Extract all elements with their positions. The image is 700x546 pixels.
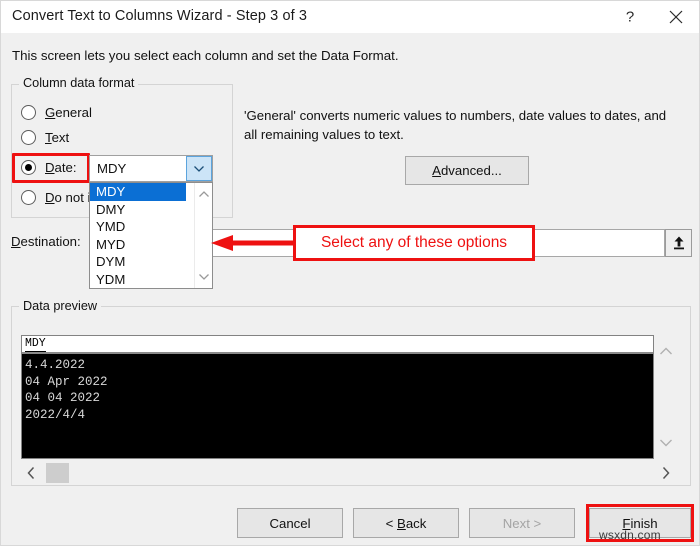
cancel-button-label: Cancel bbox=[269, 515, 311, 531]
format-description-text: 'General' converts numeric values to num… bbox=[244, 108, 667, 142]
chevron-left-glyph bbox=[27, 466, 35, 480]
title-bar: Convert Text to Columns Wizard - Step 3 … bbox=[1, 1, 699, 33]
chevron-down-icon[interactable] bbox=[186, 156, 212, 181]
radio-general-label: General bbox=[45, 104, 92, 120]
dropdown-option-myd[interactable]: MYD bbox=[90, 236, 186, 254]
data-preview-vertical-scrollbar[interactable] bbox=[656, 335, 676, 459]
radio-general[interactable]: General bbox=[21, 101, 92, 123]
header-divider bbox=[22, 352, 653, 354]
scroll-up-icon[interactable] bbox=[656, 341, 676, 361]
back-button[interactable]: < Back bbox=[353, 508, 459, 538]
advanced-button-label: Advanced... bbox=[432, 163, 502, 178]
chevron-up-glyph bbox=[660, 347, 672, 355]
chevron-down-glyph bbox=[660, 439, 672, 447]
scroll-right-icon[interactable] bbox=[656, 461, 676, 485]
scroll-down-icon[interactable] bbox=[195, 268, 212, 286]
help-glyph: ? bbox=[625, 8, 635, 26]
back-button-label: < Back bbox=[385, 515, 427, 531]
chevron-down-glyph bbox=[194, 165, 204, 172]
close-glyph bbox=[669, 10, 683, 24]
range-select-glyph bbox=[673, 236, 684, 250]
dropdown-scrollbar[interactable] bbox=[194, 183, 212, 288]
annotation-callout: Select any of these options bbox=[293, 225, 535, 261]
convert-text-to-columns-dialog: Convert Text to Columns Wizard - Step 3 … bbox=[0, 0, 700, 546]
chevron-right-glyph bbox=[662, 466, 670, 480]
radio-date-label: Date: bbox=[45, 159, 77, 175]
radio-do-not-import[interactable]: Do not i bbox=[21, 186, 90, 208]
radio-do-not-import-indicator bbox=[21, 189, 36, 205]
data-preview-header-row: MDY bbox=[22, 336, 653, 354]
scroll-left-icon[interactable] bbox=[21, 461, 41, 485]
radio-date[interactable]: Date: bbox=[21, 156, 77, 178]
page-title: Convert Text to Columns Wizard - Step 3 … bbox=[12, 8, 308, 24]
scroll-down-icon[interactable] bbox=[656, 433, 676, 453]
column-data-format-caption: Column data format bbox=[19, 76, 139, 90]
help-icon[interactable]: ? bbox=[607, 1, 653, 33]
range-select-icon[interactable] bbox=[665, 229, 692, 257]
next-button-label: Next > bbox=[502, 515, 542, 531]
data-preview-horizontal-scrollbar[interactable] bbox=[21, 461, 676, 485]
chevron-down-glyph bbox=[199, 274, 209, 280]
dropdown-option-mdy[interactable]: MDY bbox=[90, 183, 186, 201]
radio-text[interactable]: Text bbox=[21, 126, 69, 148]
radio-do-not-import-label: Do not i bbox=[45, 189, 91, 205]
radio-date-indicator bbox=[21, 159, 36, 175]
data-preview-column-header[interactable]: MDY bbox=[25, 337, 46, 352]
watermark-text: wsxdn.com bbox=[599, 528, 661, 542]
scrollbar-thumb[interactable] bbox=[46, 463, 69, 483]
intro-text: This screen lets you select each column … bbox=[12, 48, 399, 63]
chevron-up-glyph bbox=[199, 191, 209, 197]
data-preview-pane[interactable]: MDY 4.4.2022 04 Apr 2022 04 04 2022 2022… bbox=[21, 335, 654, 459]
radio-general-indicator bbox=[21, 104, 36, 120]
date-format-selected-value: MDY bbox=[97, 161, 127, 176]
dropdown-option-dmy[interactable]: DMY bbox=[90, 201, 186, 219]
date-format-combobox[interactable]: MDY bbox=[89, 155, 213, 182]
close-icon[interactable] bbox=[653, 1, 699, 33]
data-preview-caption: Data preview bbox=[19, 299, 102, 313]
destination-label: Destination: bbox=[11, 234, 81, 249]
dropdown-option-ymd[interactable]: YMD bbox=[90, 218, 186, 236]
dropdown-option-ydm[interactable]: YDM bbox=[90, 271, 186, 288]
advanced-button[interactable]: Advanced... bbox=[405, 156, 529, 185]
next-button: Next > bbox=[469, 508, 575, 538]
data-preview-rows: 4.4.2022 04 Apr 2022 04 04 2022 2022/4/4 bbox=[25, 358, 108, 422]
cancel-button[interactable]: Cancel bbox=[237, 508, 343, 538]
date-format-dropdown-list[interactable]: MDY DMY YMD MYD DYM YDM bbox=[89, 182, 213, 289]
radio-text-label: Text bbox=[45, 129, 70, 145]
radio-text-indicator bbox=[21, 129, 36, 145]
annotation-arrow bbox=[211, 235, 295, 251]
scroll-up-icon[interactable] bbox=[195, 185, 212, 203]
dropdown-option-dym[interactable]: DYM bbox=[90, 253, 186, 271]
annotation-callout-text: Select any of these options bbox=[320, 234, 508, 251]
